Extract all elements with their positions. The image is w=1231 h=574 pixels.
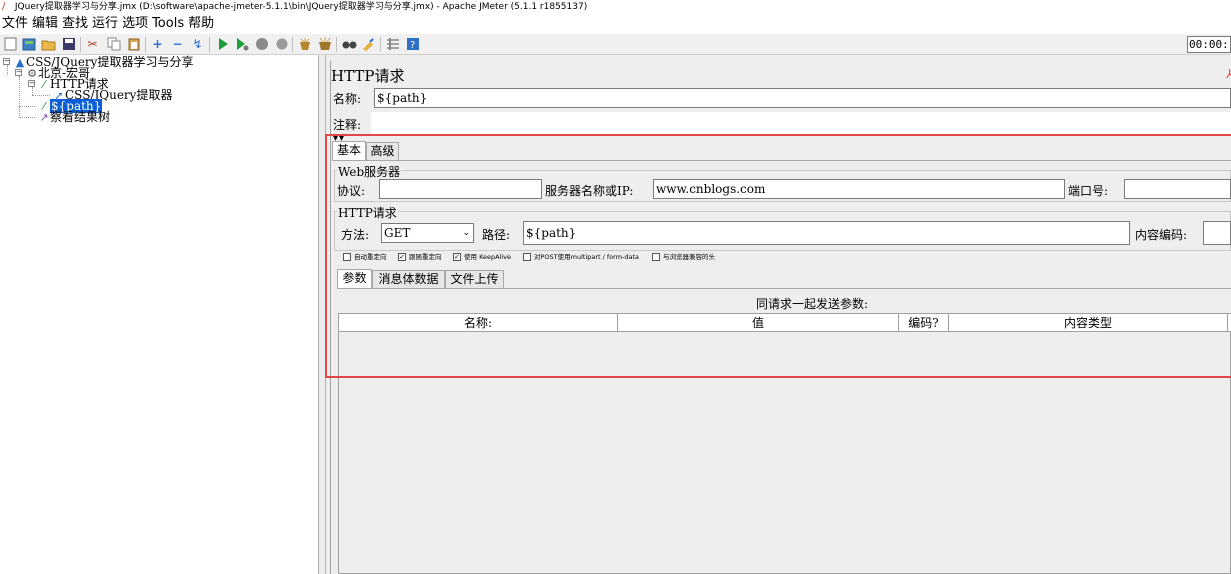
paste-icon[interactable] bbox=[126, 37, 141, 52]
tab-parameters[interactable]: 参数 bbox=[337, 269, 372, 288]
checkbox-box bbox=[652, 253, 660, 261]
server-label: 服务器名称或IP: bbox=[545, 184, 634, 198]
browser-headers-checkbox[interactable]: 与浏览器兼容的头 bbox=[652, 252, 715, 262]
protocol-label: 协议: bbox=[337, 184, 366, 198]
web-server-legend: Web服务器 bbox=[337, 163, 402, 180]
multipart-checkbox[interactable]: 对POST使用multipart / form-data bbox=[523, 252, 639, 262]
shutdown-icon[interactable] bbox=[274, 37, 289, 52]
collapse-all-icon[interactable]: − bbox=[170, 37, 185, 52]
port-field[interactable] bbox=[1124, 179, 1231, 199]
name-label: 名称: bbox=[333, 92, 362, 106]
element-editor-panel: HTTP请求 ⅄ 名称: ${path} 注释: ▾▾ 基本 高级 Web服务器… bbox=[326, 55, 1231, 574]
method-value: GET bbox=[384, 226, 411, 240]
window-titlebar: / JQuery提取器学习与分享.jmx (D:\software\apache… bbox=[0, 0, 1231, 14]
checkbox-label: 使用 KeepAlive bbox=[464, 253, 512, 261]
column-header-name[interactable]: 名称: bbox=[339, 314, 618, 332]
checkbox-label: 对POST使用multipart / form-data bbox=[534, 253, 640, 261]
menu-search[interactable]: 查找 bbox=[62, 16, 88, 31]
keepalive-checkbox[interactable]: ✓ 使用 KeepAlive bbox=[453, 252, 511, 262]
start-icon[interactable] bbox=[215, 37, 230, 52]
start-no-pause-icon[interactable] bbox=[234, 37, 249, 52]
new-file-icon[interactable] bbox=[3, 37, 18, 52]
comment-label: 注释: bbox=[333, 118, 362, 132]
checkbox-box bbox=[523, 253, 531, 261]
function-helper-icon[interactable] bbox=[385, 37, 400, 52]
method-select[interactable]: GET ⌄ bbox=[381, 223, 474, 243]
reset-search-icon[interactable] bbox=[361, 37, 376, 52]
toggle-icon[interactable]: ↯ bbox=[190, 37, 205, 52]
clear-icon[interactable] bbox=[297, 37, 312, 52]
checkbox-label: 自动重定向 bbox=[354, 253, 387, 261]
expand-all-icon[interactable]: + bbox=[150, 37, 165, 52]
parameters-caption: 同请求一起发送参数: bbox=[756, 297, 869, 311]
cut-icon[interactable]: ✂ bbox=[85, 37, 100, 52]
tab-files-upload[interactable]: 文件上传 bbox=[445, 270, 504, 288]
column-header-value[interactable]: 值 bbox=[618, 314, 899, 332]
listener-chart-icon: ↗ bbox=[39, 111, 49, 124]
jmeter-feather-icon: / bbox=[2, 1, 6, 12]
svg-text:?: ? bbox=[410, 40, 415, 51]
menu-tools[interactable]: Tools bbox=[152, 16, 184, 31]
server-field[interactable]: www.cnblogs.com bbox=[653, 179, 1065, 199]
column-header-encode[interactable]: 编码? bbox=[899, 314, 949, 332]
checkbox-label: 跟随重定向 bbox=[409, 253, 442, 261]
checkbox-label: 与浏览器兼容的头 bbox=[663, 253, 715, 261]
method-label: 方法: bbox=[341, 228, 370, 242]
path-field[interactable]: ${path} bbox=[523, 221, 1130, 245]
menu-help[interactable]: 帮助 bbox=[188, 16, 214, 31]
http-request-legend: HTTP请求 bbox=[337, 204, 398, 221]
menu-bar: 文件 编辑 查找 运行 选项 Tools 帮助 bbox=[0, 14, 1231, 34]
stop-icon[interactable] bbox=[254, 37, 269, 52]
name-field[interactable]: ${path} bbox=[374, 88, 1231, 108]
menu-run[interactable]: 运行 bbox=[92, 16, 118, 31]
sampler-pipette-icon: ⁄ bbox=[43, 78, 45, 91]
templates-icon[interactable] bbox=[21, 37, 36, 52]
menu-edit[interactable]: 编辑 bbox=[32, 16, 58, 31]
search-icon[interactable] bbox=[342, 37, 357, 52]
auto-redirect-checkbox[interactable]: 自动重定向 bbox=[343, 252, 387, 262]
panel-edge-mark: ⅄ bbox=[1226, 67, 1231, 81]
port-label: 端口号: bbox=[1068, 184, 1109, 198]
panel-title: HTTP请求 bbox=[331, 67, 405, 85]
collapse-thread-group-icon[interactable]: − bbox=[15, 69, 22, 76]
checkbox-box bbox=[343, 253, 351, 261]
clear-all-icon[interactable] bbox=[317, 37, 332, 52]
follow-redirects-checkbox[interactable]: ✓ 跟随重定向 bbox=[398, 252, 442, 262]
toolbar: ✂ + − ↯ ? bbox=[0, 34, 1231, 55]
menu-options[interactable]: 选项 bbox=[122, 16, 148, 31]
collapse-http-request-icon[interactable]: − bbox=[28, 80, 35, 87]
save-icon[interactable] bbox=[61, 37, 76, 52]
copy-icon[interactable] bbox=[106, 37, 121, 52]
pane-splitter[interactable] bbox=[318, 55, 326, 574]
column-header-content-type[interactable]: 内容类型 bbox=[949, 314, 1228, 332]
table-header-row: 名称: 值 编码? 内容类型 bbox=[339, 314, 1231, 332]
collapse-root-icon[interactable]: − bbox=[3, 58, 10, 65]
window-title: JQuery提取器学习与分享.jmx (D:\software\apache-j… bbox=[14, 2, 588, 12]
checkbox-box: ✓ bbox=[453, 253, 461, 261]
tab-body-data[interactable]: 消息体数据 bbox=[372, 270, 445, 288]
menu-file[interactable]: 文件 bbox=[2, 16, 28, 31]
encoding-field[interactable] bbox=[1203, 221, 1231, 245]
open-icon[interactable] bbox=[41, 37, 56, 52]
tab-advanced[interactable]: 高级 bbox=[366, 142, 399, 160]
elapsed-timer: 00:00: bbox=[1187, 36, 1231, 53]
test-plan-tree[interactable]: − ▲ CSS/JQuery提取器学习与分享 − ⚙北京-宏哥 − ⁄ HTTP请求… bbox=[0, 55, 318, 574]
comment-field[interactable] bbox=[371, 112, 1231, 134]
checkbox-box: ✓ bbox=[398, 253, 406, 261]
tree-node-result-tree[interactable]: ↗察看结果树 bbox=[38, 111, 110, 124]
path-label: 路径: bbox=[482, 228, 511, 242]
encoding-label: 内容编码: bbox=[1135, 228, 1188, 242]
tab-basic[interactable]: 基本 bbox=[332, 141, 366, 160]
chevron-down-icon: ⌄ bbox=[462, 228, 470, 238]
protocol-field[interactable] bbox=[379, 179, 542, 199]
parameters-table[interactable]: 名称: 值 编码? 内容类型 bbox=[338, 313, 1231, 574]
help-icon[interactable]: ? bbox=[405, 37, 420, 52]
tree-node-label: 察看结果树 bbox=[50, 110, 111, 124]
